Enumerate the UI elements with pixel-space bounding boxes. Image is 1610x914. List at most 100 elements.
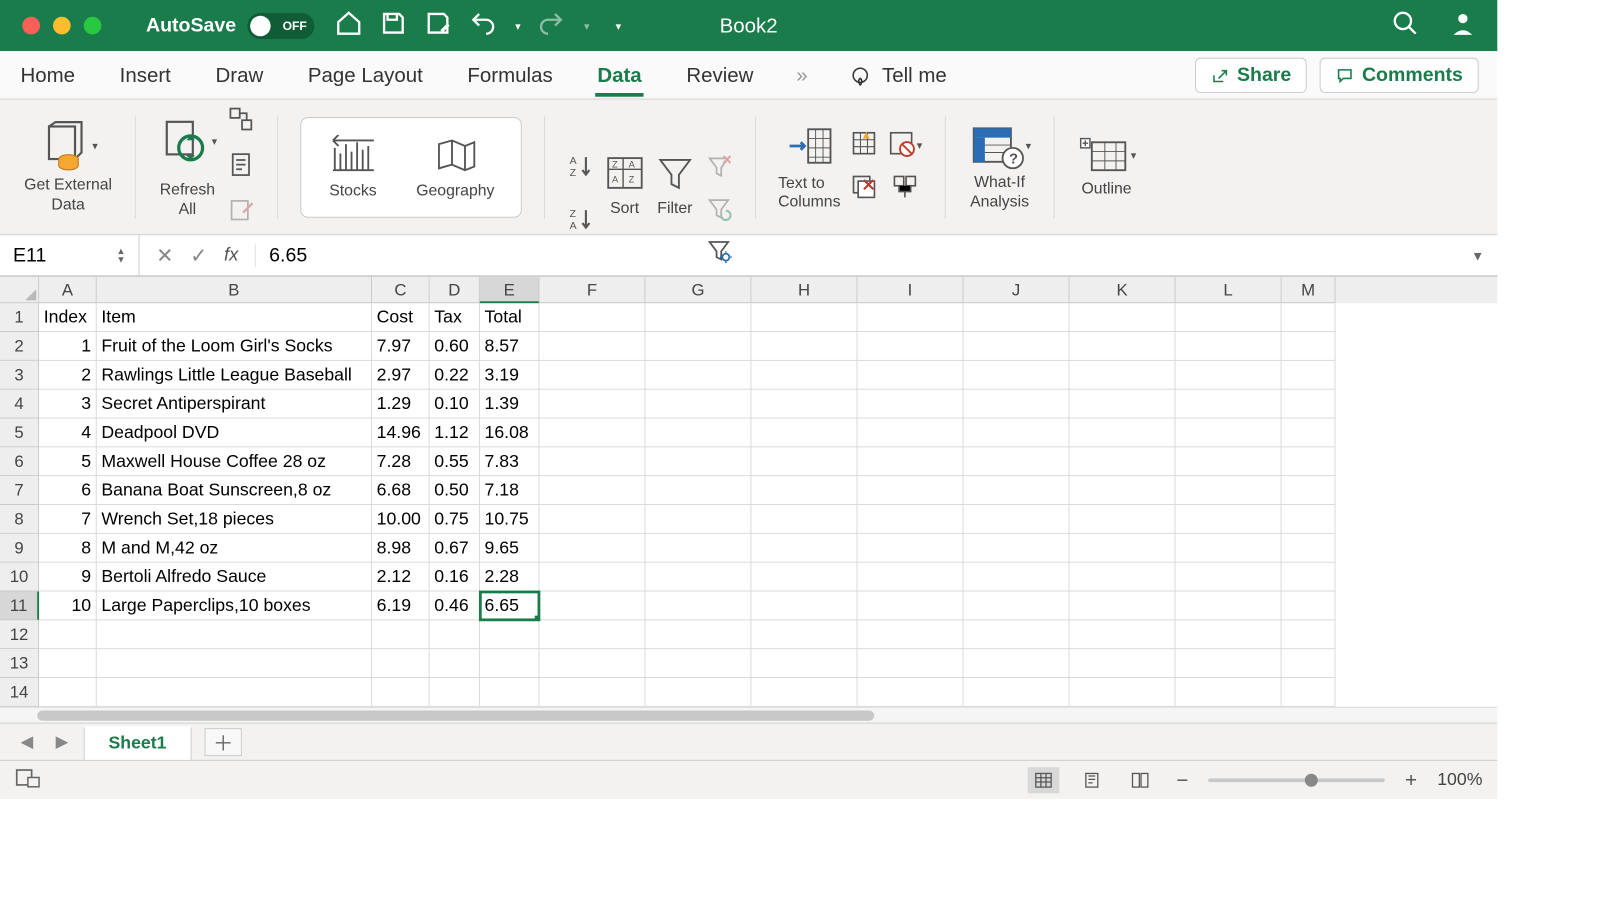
cell[interactable] — [539, 332, 645, 361]
tab-home[interactable]: Home — [19, 53, 77, 96]
column-header-F[interactable]: F — [539, 277, 645, 303]
cell[interactable] — [480, 649, 540, 678]
cell[interactable] — [1176, 591, 1282, 620]
page-break-view-button[interactable] — [1125, 767, 1157, 793]
cell[interactable]: 6.68 — [372, 476, 430, 505]
enter-formula-icon[interactable]: ✓ — [190, 243, 207, 267]
cell[interactable] — [1282, 534, 1336, 563]
cell[interactable]: Total — [480, 303, 540, 332]
cell[interactable]: 4 — [39, 419, 97, 448]
cell[interactable]: 2.28 — [480, 563, 540, 592]
sheet-nav-next-icon[interactable]: ▶ — [48, 732, 76, 752]
sort-button[interactable]: ZAAZ Sort — [604, 153, 645, 218]
cell[interactable]: 9.65 — [480, 534, 540, 563]
macro-record-icon[interactable] — [15, 766, 41, 794]
cell[interactable] — [751, 476, 857, 505]
cell[interactable] — [372, 649, 430, 678]
cell[interactable] — [1176, 419, 1282, 448]
undo-dropdown-icon[interactable]: ▾ — [515, 19, 521, 32]
cell[interactable]: 0.22 — [430, 361, 480, 390]
cell[interactable]: 0.10 — [430, 390, 480, 419]
cell[interactable]: 2.97 — [372, 361, 430, 390]
cell[interactable] — [645, 361, 751, 390]
cell[interactable]: Secret Antiperspirant — [97, 390, 372, 419]
cell[interactable]: 0.16 — [430, 563, 480, 592]
row-header[interactable]: 14 — [0, 678, 39, 707]
cell[interactable] — [539, 678, 645, 707]
cell[interactable] — [1176, 332, 1282, 361]
cell[interactable] — [963, 649, 1069, 678]
cell[interactable]: 7.18 — [480, 476, 540, 505]
cell[interactable] — [39, 620, 97, 649]
save-edit-icon[interactable] — [424, 9, 452, 42]
cell[interactable] — [1176, 620, 1282, 649]
cell[interactable] — [1282, 361, 1336, 390]
cell[interactable]: Fruit of the Loom Girl's Socks — [97, 332, 372, 361]
cell[interactable] — [963, 332, 1069, 361]
cell[interactable] — [751, 303, 857, 332]
window-close-button[interactable] — [22, 17, 40, 35]
formula-input[interactable]: 6.65 — [255, 244, 1454, 266]
cell[interactable] — [751, 390, 857, 419]
connections-icon[interactable] — [226, 105, 254, 138]
cell[interactable] — [39, 678, 97, 707]
cell[interactable]: Bertoli Alfredo Sauce — [97, 563, 372, 592]
cell[interactable] — [480, 678, 540, 707]
cell[interactable]: 7.97 — [372, 332, 430, 361]
select-all-corner[interactable] — [0, 277, 39, 303]
row-header[interactable]: 4 — [0, 390, 39, 419]
cell[interactable]: 7.83 — [480, 447, 540, 476]
cell[interactable] — [751, 563, 857, 592]
share-button[interactable]: Share — [1195, 57, 1307, 92]
zoom-in-button[interactable]: + — [1402, 768, 1421, 792]
window-minimize-button[interactable] — [53, 17, 71, 35]
cell[interactable] — [539, 649, 645, 678]
cell[interactable] — [751, 447, 857, 476]
row-header[interactable]: 8 — [0, 505, 39, 534]
cell[interactable] — [963, 303, 1069, 332]
cell[interactable] — [1070, 505, 1176, 534]
cell[interactable] — [751, 419, 857, 448]
cell[interactable] — [751, 678, 857, 707]
cell[interactable] — [97, 678, 372, 707]
cell[interactable] — [1282, 303, 1336, 332]
cell[interactable] — [963, 678, 1069, 707]
window-zoom-button[interactable] — [84, 17, 102, 35]
sort-ascending-icon[interactable]: AZ — [567, 153, 595, 186]
cell[interactable]: Rawlings Little League Baseball — [97, 361, 372, 390]
undo-icon[interactable] — [469, 9, 497, 42]
autosave-toggle[interactable]: OFF — [247, 13, 314, 39]
cell[interactable] — [539, 591, 645, 620]
cell[interactable] — [857, 649, 963, 678]
cell[interactable] — [1282, 591, 1336, 620]
home-icon[interactable] — [335, 9, 363, 42]
cell[interactable] — [963, 390, 1069, 419]
cell[interactable]: Deadpool DVD — [97, 419, 372, 448]
cell[interactable] — [751, 505, 857, 534]
sheet-nav-prev-icon[interactable]: ◀ — [13, 732, 41, 752]
cell[interactable] — [1282, 476, 1336, 505]
tab-formulas[interactable]: Formulas — [466, 53, 555, 96]
row-header[interactable]: 12 — [0, 620, 39, 649]
cell[interactable]: 8.98 — [372, 534, 430, 563]
advanced-filter-icon[interactable] — [705, 236, 733, 269]
cell[interactable]: 0.50 — [430, 476, 480, 505]
cell[interactable] — [963, 361, 1069, 390]
zoom-out-button[interactable]: − — [1173, 768, 1192, 792]
column-header-I[interactable]: I — [857, 277, 963, 303]
cell[interactable]: 0.67 — [430, 534, 480, 563]
name-box[interactable]: E11 ▲▼ — [0, 235, 140, 275]
cell[interactable] — [539, 563, 645, 592]
cell[interactable] — [1176, 390, 1282, 419]
cell[interactable] — [645, 419, 751, 448]
cell[interactable]: Cost — [372, 303, 430, 332]
cell[interactable] — [751, 332, 857, 361]
name-box-stepper-icon[interactable]: ▲▼ — [116, 247, 125, 264]
cell[interactable] — [963, 534, 1069, 563]
cell[interactable] — [963, 591, 1069, 620]
cell[interactable] — [645, 505, 751, 534]
refresh-all-button[interactable]: ▾ Refresh All — [158, 115, 218, 218]
cell[interactable] — [1070, 303, 1176, 332]
cell[interactable] — [480, 620, 540, 649]
tell-me-search[interactable]: Tell me — [849, 63, 947, 87]
